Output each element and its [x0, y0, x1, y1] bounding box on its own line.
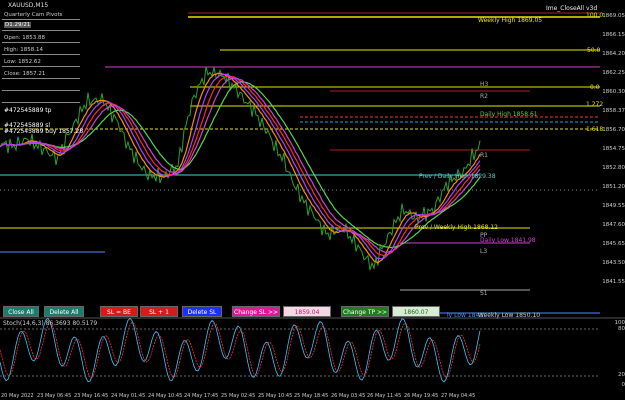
info-panel-title: Quarterly Cam Pivots D1.29/21: [2, 10, 80, 28]
h3-label: H3: [480, 81, 489, 88]
x-tick: 26 May 03:45: [331, 393, 366, 399]
weekly-low-label-b: Weekly Low 1850.10: [478, 312, 541, 319]
x-tick: 23 May 06:45: [37, 393, 72, 399]
sl-plus-one-button[interactable]: SL + 1: [140, 306, 178, 317]
y-tick: 1854.75: [602, 146, 625, 152]
x-tick: 24 May 17:45: [184, 393, 219, 399]
stoch-signal-line: [0, 321, 481, 379]
change-tp-button[interactable]: Change TP >>: [341, 306, 389, 317]
trade-entry-tag: #472545889 buy 1857.28: [4, 128, 84, 135]
x-tick: 25 May 10:45: [258, 393, 293, 399]
info-panel-row: [2, 93, 80, 103]
delete-all-button[interactable]: Delete All: [44, 306, 84, 317]
ma-magenta: [0, 77, 481, 253]
chart-window[interactable]: XAUUSD,M15 Ime_CloseAll v3d Quarterly Ca…: [0, 0, 625, 400]
x-tick: 24 May 10:45: [148, 393, 183, 399]
trade-tag-tp: #472545889 tp: [4, 107, 52, 114]
stoch-label: Stoch(14,6,3) 86.3693 80.5179: [3, 320, 98, 327]
x-tick: 23 May 16:45: [74, 393, 109, 399]
price-chart[interactable]: [0, 0, 625, 400]
y-tick: 1843.50: [602, 260, 625, 266]
y-tick: 1856.70: [602, 127, 625, 133]
y-tick: 1869.05: [602, 13, 625, 19]
info-panel-row: Open: 1853.88: [2, 33, 80, 43]
r1-label: R1: [480, 152, 488, 159]
info-panel-row: Low: 1852.62: [2, 57, 80, 67]
stoch-tick: 0: [621, 382, 625, 388]
info-panel-row: [2, 81, 80, 91]
sl-be-button[interactable]: SL = BE: [100, 306, 138, 317]
r2-label: R2: [480, 93, 488, 100]
delete-sl-button[interactable]: Delete SL: [182, 306, 222, 317]
y-tick: 1866.15: [602, 32, 625, 38]
y-tick: 1864.20: [602, 51, 625, 57]
pp-label: PP: [480, 232, 488, 239]
stoch-tick: 80: [618, 326, 625, 332]
y-tick: 1845.65: [602, 241, 625, 247]
fib-label: 1.618: [586, 126, 604, 133]
fib-label: 100.0: [586, 12, 604, 19]
close-all-button[interactable]: Close All: [3, 306, 39, 317]
daily-high-label: Daily High 1858.61: [480, 111, 538, 118]
y-tick: 1849.55: [602, 203, 625, 209]
stoch-tick: 20: [618, 372, 625, 378]
symbol-label: XAUUSD,M15: [8, 2, 49, 9]
info-panel-row: High: 1858.14: [2, 45, 80, 55]
l3-label: L3: [480, 248, 488, 255]
fib-label: 0.0: [590, 84, 600, 91]
prev-daily-high-label: Prev / Daily High 1829.38: [419, 173, 496, 180]
daily-low-label: Daily Low 1841.98: [480, 237, 536, 244]
y-tick: 1847.60: [602, 222, 625, 228]
change-sl-button[interactable]: Change SL >>: [232, 306, 280, 317]
info-panel-row: Close: 1857.21: [2, 69, 80, 79]
y-tick: 1858.37: [602, 108, 625, 114]
fib-label: 1.272: [586, 101, 604, 108]
x-tick: 27 May 04:45: [441, 393, 476, 399]
y-tick: 1860.30: [602, 89, 625, 95]
x-tick: 25 May 02:45: [221, 393, 256, 399]
ma-green: [0, 81, 481, 249]
x-tick: 26 May 19:45: [404, 393, 439, 399]
x-tick: 20 May 2022: [1, 393, 34, 399]
x-tick: 26 May 11:45: [367, 393, 402, 399]
prev-weekly-high-label: Prev / Weekly High 1868.12: [415, 224, 498, 231]
y-tick: 1851.20: [602, 184, 625, 190]
y-tick: 1841.55: [602, 279, 625, 285]
x-tick: 24 May 01:45: [111, 393, 146, 399]
y-tick: 1852.80: [602, 165, 625, 171]
info-panel-row: [2, 21, 80, 31]
ea-label: Ime_CloseAll v3d: [546, 5, 598, 12]
y-tick: 1862.25: [602, 70, 625, 76]
x-tick: 25 May 18:45: [294, 393, 329, 399]
tp-value-field[interactable]: 1860.07: [392, 306, 440, 317]
fib-label: 50.0: [587, 47, 601, 54]
weekly-high-label: Weekly High 1869.05: [478, 17, 543, 24]
sl-value-field[interactable]: 1859.04: [283, 306, 331, 317]
s1-label: S1: [480, 290, 488, 297]
